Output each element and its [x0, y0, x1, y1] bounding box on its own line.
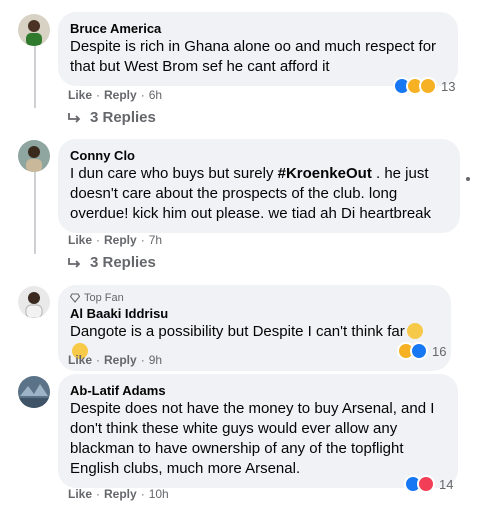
avatar[interactable]: [18, 14, 50, 46]
separator: ·: [140, 487, 145, 501]
like-button[interactable]: Like: [68, 232, 92, 248]
reply-button[interactable]: Reply: [104, 486, 137, 502]
comment-bubble: Conny Clo I dun care who buys but surely…: [58, 139, 460, 233]
reply-arrow-icon: [68, 112, 81, 123]
thread-line: [34, 46, 36, 108]
comment-text: Despite does not have the money to buy A…: [70, 400, 435, 477]
comment-author[interactable]: Bruce America: [70, 20, 446, 37]
separator: ·: [140, 88, 145, 102]
comment-actions: Like · Reply · 7h: [68, 232, 162, 248]
reaction-summary[interactable]: 14: [404, 474, 453, 494]
view-replies-button[interactable]: 3 Replies: [68, 254, 156, 271]
reaction-count: 16: [432, 343, 447, 359]
comment-author[interactable]: Al Baaki Iddrisu: [70, 305, 439, 322]
avatar[interactable]: [18, 140, 50, 172]
comment-text: Despite is rich in Ghana alone oo and mu…: [70, 38, 437, 75]
reaction-summary[interactable]: 13: [393, 76, 455, 96]
comment-text: I dun care who buys but surely #KroenkeO…: [70, 164, 448, 224]
separator: ·: [96, 487, 101, 501]
timestamp[interactable]: 9h: [149, 352, 162, 368]
avatar[interactable]: [18, 286, 50, 318]
badge-label: Top Fan: [84, 292, 124, 304]
comment-author[interactable]: Conny Clo: [70, 147, 448, 164]
comment-bubble: Bruce America Despite is rich in Ghana a…: [58, 12, 458, 86]
reaction-summary[interactable]: 16: [397, 341, 446, 361]
separator: ·: [140, 353, 145, 367]
comment-actions: Like · Reply · 6h: [68, 87, 162, 103]
reply-arrow-icon: [68, 257, 81, 268]
hashtag-link[interactable]: #KroenkeOut: [278, 165, 372, 182]
separator: ·: [140, 233, 145, 247]
like-icon: [410, 342, 428, 360]
reply-button[interactable]: Reply: [104, 232, 137, 248]
comment-author[interactable]: Ab-Latif Adams: [70, 382, 446, 399]
grinning-emoji-icon: [406, 323, 423, 339]
replies-label: 3 Replies: [90, 109, 156, 126]
separator: ·: [96, 353, 101, 367]
avatar[interactable]: [18, 376, 50, 408]
diamond-icon: [70, 293, 80, 303]
reply-button[interactable]: Reply: [104, 352, 137, 368]
timestamp[interactable]: 10h: [149, 486, 169, 502]
reply-button[interactable]: Reply: [104, 87, 137, 103]
like-button[interactable]: Like: [68, 352, 92, 368]
separator: ·: [96, 233, 101, 247]
replies-label: 3 Replies: [90, 254, 156, 271]
more-options-icon[interactable]: [466, 177, 470, 181]
timestamp[interactable]: 6h: [149, 87, 162, 103]
timestamp[interactable]: 7h: [149, 232, 162, 248]
thread-line: [34, 172, 36, 254]
comment-text-part: I dun care who buys but surely: [70, 165, 278, 182]
top-fan-badge: Top Fan: [70, 291, 439, 305]
comment-bubble: Ab-Latif Adams Despite does not have the…: [58, 374, 458, 488]
separator: ·: [96, 88, 101, 102]
view-replies-button[interactable]: 3 Replies: [68, 109, 156, 126]
reaction-count: 13: [441, 78, 456, 94]
reaction-count: 14: [439, 476, 454, 492]
haha-icon: [419, 77, 437, 95]
comment-actions: Like · Reply · 10h: [68, 486, 169, 502]
like-button[interactable]: Like: [68, 486, 92, 502]
comment-actions: Like · Reply · 9h: [68, 352, 162, 368]
love-icon: [417, 475, 435, 493]
like-button[interactable]: Like: [68, 87, 92, 103]
comment-text-part: Dangote is a possibility but Despite I c…: [70, 323, 405, 340]
